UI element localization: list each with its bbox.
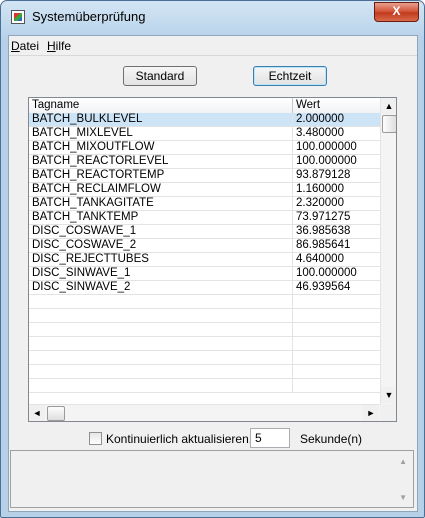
table-row-empty	[29, 337, 381, 351]
table-row[interactable]: BATCH_REACTORTEMP 93.879128	[29, 169, 381, 183]
status-scroll-down-icon[interactable]: ▼	[399, 493, 407, 502]
cell-divider	[292, 155, 293, 169]
table-row-empty	[29, 295, 381, 309]
value-cell: 2.000000	[296, 113, 344, 125]
tag-value-table[interactable]: Tagname Wert BATCH_BULKLEVEL 2.000000 BATC…	[28, 97, 397, 422]
table-row[interactable]: BATCH_BULKLEVEL 2.000000	[29, 113, 381, 127]
vertical-scrollbar[interactable]: ▲ ▼	[380, 98, 396, 404]
status-scroll-up-icon[interactable]: ▲	[399, 457, 407, 466]
cell-divider	[292, 337, 293, 351]
cell-divider	[292, 141, 293, 155]
menu-bar: Datei Hilfe	[9, 36, 417, 56]
cell-divider	[292, 225, 293, 239]
status-box[interactable]: ▲ ▼	[10, 450, 414, 508]
continuous-update-label[interactable]: Kontinuierlich aktualisieren, alle	[106, 432, 274, 446]
column-divider[interactable]	[292, 98, 293, 113]
value-cell: 36.985638	[296, 225, 351, 237]
tagname-cell: BATCH_TANKAGITATE	[32, 197, 154, 209]
table-row[interactable]: DISC_REJECTTUBES 4.640000	[29, 253, 381, 267]
tagname-cell: BATCH_TANKTEMP	[32, 211, 139, 223]
tagname-cell: BATCH_BULKLEVEL	[32, 113, 143, 125]
vertical-scroll-thumb[interactable]	[382, 115, 396, 133]
cell-divider	[292, 239, 293, 253]
window-title: Systemüberprüfung	[32, 9, 146, 24]
tagname-cell: DISC_COSWAVE_1	[32, 225, 137, 237]
value-cell: 3.480000	[296, 127, 344, 139]
table-row[interactable]: BATCH_TANKAGITATE 2.320000	[29, 197, 381, 211]
cell-divider	[292, 351, 293, 365]
value-cell: 100.000000	[296, 141, 357, 153]
tagname-cell: DISC_REJECTTUBES	[32, 253, 149, 265]
value-cell: 93.879128	[296, 169, 351, 181]
table-row-empty	[29, 379, 381, 393]
value-cell: 100.000000	[296, 155, 357, 167]
cell-divider	[292, 365, 293, 379]
table-row[interactable]: DISC_COSWAVE_1 36.985638	[29, 225, 381, 239]
app-icon[interactable]	[11, 10, 25, 24]
table-row[interactable]: DISC_SINWAVE_1 100.000000	[29, 267, 381, 281]
client-area: Datei Hilfe Standard Echtzeit Tagname We…	[8, 35, 418, 512]
cell-divider	[292, 323, 293, 337]
table-row[interactable]: BATCH_REACTORLEVEL 100.000000	[29, 155, 381, 169]
cell-divider	[292, 379, 293, 393]
close-button[interactable]: X	[374, 2, 419, 22]
table-row[interactable]: DISC_SINWAVE_2 46.939564	[29, 281, 381, 295]
scroll-left-icon[interactable]: ◄	[29, 405, 45, 421]
cell-divider	[292, 309, 293, 323]
table-row[interactable]: BATCH_MIXOUTFLOW 100.000000	[29, 141, 381, 155]
cell-divider	[292, 169, 293, 183]
cell-divider	[292, 211, 293, 225]
value-cell: 86.985641	[296, 239, 351, 251]
scroll-corner	[380, 404, 396, 421]
table-row[interactable]: BATCH_RECLAIMFLOW 1.160000	[29, 183, 381, 197]
echtzeit-button[interactable]: Echtzeit	[253, 66, 327, 86]
column-header-tagname[interactable]: Tagname	[32, 99, 79, 111]
value-cell: 1.160000	[296, 183, 344, 195]
menu-hilfe[interactable]: Hilfe	[47, 39, 71, 53]
cell-divider	[292, 267, 293, 281]
interval-input[interactable]: 5	[250, 428, 290, 448]
value-cell: 100.000000	[296, 267, 357, 279]
continuous-update-checkbox[interactable]	[89, 432, 102, 445]
title-bar[interactable]: Systemüberprüfung X	[1, 1, 424, 35]
horizontal-scrollbar[interactable]: ◄ ►	[29, 404, 380, 421]
table-row-empty	[29, 365, 381, 379]
cell-divider	[292, 183, 293, 197]
standard-button[interactable]: Standard	[123, 66, 197, 86]
table-row-empty	[29, 309, 381, 323]
scroll-right-icon[interactable]: ►	[363, 405, 379, 421]
scroll-up-icon[interactable]: ▲	[381, 98, 396, 114]
cell-divider	[292, 253, 293, 267]
table-row[interactable]: BATCH_MIXLEVEL 3.480000	[29, 127, 381, 141]
cell-divider	[292, 113, 293, 127]
app-window: Systemüberprüfung X Datei Hilfe Standard…	[0, 0, 425, 518]
value-cell: 46.939564	[296, 281, 351, 293]
tagname-cell: DISC_SINWAVE_2	[32, 281, 131, 293]
table-row-empty	[29, 323, 381, 337]
menu-datei[interactable]: Datei	[11, 39, 39, 53]
table-row[interactable]: BATCH_TANKTEMP 73.971275	[29, 211, 381, 225]
tagname-cell: BATCH_MIXOUTFLOW	[32, 141, 155, 153]
scroll-down-icon[interactable]: ▼	[381, 387, 396, 403]
cell-divider	[292, 197, 293, 211]
cell-divider	[292, 127, 293, 141]
value-cell: 4.640000	[296, 253, 344, 265]
value-cell: 73.971275	[296, 211, 351, 223]
horizontal-scroll-thumb[interactable]	[47, 406, 65, 421]
column-header-wert[interactable]: Wert	[296, 99, 320, 111]
table-header: Tagname Wert	[29, 98, 381, 114]
tagname-cell: DISC_SINWAVE_1	[32, 267, 131, 279]
interval-unit-label: Sekunde(n)	[300, 432, 363, 446]
tagname-cell: BATCH_RECLAIMFLOW	[32, 183, 161, 195]
tagname-cell: BATCH_REACTORTEMP	[32, 169, 165, 181]
tagname-cell: DISC_COSWAVE_2	[32, 239, 137, 251]
table-row-empty	[29, 351, 381, 365]
cell-divider	[292, 295, 293, 309]
tagname-cell: BATCH_REACTORLEVEL	[32, 155, 169, 167]
value-cell: 2.320000	[296, 197, 344, 209]
cell-divider	[292, 281, 293, 295]
table-row[interactable]: DISC_COSWAVE_2 86.985641	[29, 239, 381, 253]
tagname-cell: BATCH_MIXLEVEL	[32, 127, 133, 139]
